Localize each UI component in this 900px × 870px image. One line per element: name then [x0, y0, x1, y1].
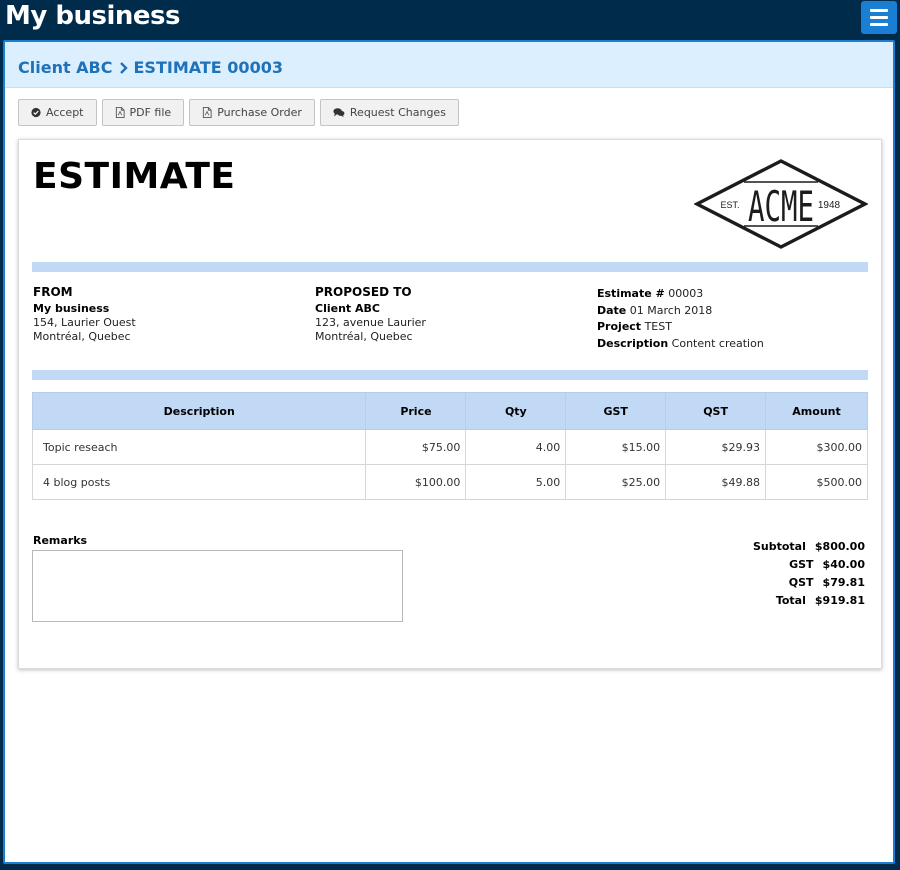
breadcrumb-current: ESTIMATE 00003 [133, 58, 283, 77]
hamburger-line [870, 23, 888, 26]
pdf-file-button-label: PDF file [129, 106, 172, 119]
cell-qst: $29.93 [665, 429, 767, 465]
cell-qty: 5.00 [465, 464, 567, 500]
proposed-to-name: Client ABC [315, 302, 380, 315]
from-name: My business [33, 302, 110, 315]
proposed-to-address-line1: 123, avenue Laurier [315, 316, 426, 329]
cell-amount: $500.00 [765, 464, 868, 500]
purchase-order-button-label: Purchase Order [217, 106, 302, 119]
estimate-date-label: Date [597, 303, 627, 317]
request-changes-button-label: Request Changes [349, 106, 446, 119]
subtotal-row: Subtotal $800.00 [719, 537, 865, 555]
proposed-to-title: PROPOSED TO [315, 285, 412, 299]
table-header-row: Description Price Qty GST QST Amount [31, 392, 868, 430]
cell-amount: $300.00 [765, 429, 868, 465]
comments-icon [333, 108, 345, 118]
estimate-date-row: Date 01 March 2018 [597, 303, 764, 320]
cell-price: $100.00 [365, 464, 467, 500]
col-header-qst: QST [665, 392, 767, 430]
breadcrumb-bar: Client ABC ESTIMATE 00003 [5, 42, 893, 88]
accept-button-label: Accept [46, 106, 84, 119]
gst-value: $40.00 [822, 557, 865, 571]
gst-label: GST [789, 557, 814, 571]
cell-description: Topic reseach [31, 429, 367, 465]
estimate-description-value: Content creation [671, 336, 764, 350]
logo-year: 1948 [818, 200, 841, 211]
breadcrumb-client-link[interactable]: Client ABC [18, 58, 113, 77]
remarks-textarea[interactable] [32, 550, 403, 622]
col-header-description: Description [31, 392, 367, 430]
logo-brand: ACME [748, 182, 814, 231]
from-block: FROM My business 154, Laurier Ouest Mont… [33, 285, 136, 344]
col-header-qty: Qty [465, 392, 567, 430]
divider-top [32, 262, 868, 272]
estimate-description-row: Description Content creation [597, 336, 764, 353]
proposed-to-block: PROPOSED TO Client ABC 123, avenue Lauri… [315, 285, 426, 344]
subtotal-label: Subtotal [752, 539, 806, 553]
app-header: My business [0, 0, 900, 38]
breadcrumb: Client ABC ESTIMATE 00003 [18, 58, 283, 77]
hamburger-menu-button[interactable] [861, 1, 897, 34]
divider-middle [32, 370, 868, 380]
col-header-amount: Amount [765, 392, 868, 430]
main-panel: Client ABC ESTIMATE 00003 Accept PDF fil… [3, 40, 895, 864]
qst-label: QST [788, 575, 814, 589]
pdf-file-icon [203, 107, 212, 118]
accept-button[interactable]: Accept [18, 99, 97, 126]
from-address-line2: Montréal, Quebec [33, 330, 131, 343]
line-items-table: Description Price Qty GST QST Amount Top… [31, 392, 868, 500]
total-value: $919.81 [814, 593, 865, 607]
document-heading: ESTIMATE [33, 156, 236, 197]
col-header-price: Price [365, 392, 467, 430]
estimate-date-value: 01 March 2018 [629, 303, 713, 317]
pdf-file-button[interactable]: PDF file [101, 99, 185, 126]
estimate-description-label: Description [597, 336, 669, 350]
total-row: Total $919.81 [719, 591, 865, 609]
estimate-meta-block: Estimate # 00003 Date 01 March 2018 Proj… [597, 286, 764, 352]
cell-qty: 4.00 [465, 429, 567, 465]
estimate-document: ESTIMATE EST. ACME 1948 FROM My business… [18, 139, 882, 669]
totals-block: Subtotal $800.00 GST $40.00 QST $79.81 T… [719, 537, 865, 609]
table-row: 4 blog posts $100.00 5.00 $25.00 $49.88 … [31, 464, 868, 500]
chevron-right-icon [119, 61, 128, 74]
table-row: Topic reseach $75.00 4.00 $15.00 $29.93 … [31, 429, 868, 465]
cell-gst: $15.00 [565, 429, 667, 465]
proposed-to-address-line2: Montréal, Quebec [315, 330, 413, 343]
estimate-project-row: Project TEST [597, 319, 764, 336]
gst-row: GST $40.00 [719, 555, 865, 573]
total-label: Total [775, 593, 806, 607]
acme-logo: EST. ACME 1948 [694, 159, 868, 249]
pdf-file-icon [115, 107, 125, 118]
estimate-number-label: Estimate # [597, 287, 665, 300]
purchase-order-button[interactable]: Purchase Order [189, 99, 315, 126]
logo-est: EST. [720, 200, 739, 210]
estimate-number-value: 00003 [668, 287, 704, 300]
qst-value: $79.81 [822, 575, 865, 589]
cell-description: 4 blog posts [31, 464, 367, 500]
check-circle-icon [31, 107, 41, 118]
cell-gst: $25.00 [565, 464, 667, 500]
estimate-number-row: Estimate # 00003 [597, 286, 764, 303]
estimate-project-value: TEST [644, 320, 672, 333]
qst-row: QST $79.81 [719, 573, 865, 591]
hamburger-menu-icon [870, 9, 888, 12]
col-header-gst: GST [565, 392, 667, 430]
hamburger-line [870, 16, 888, 19]
cell-price: $75.00 [365, 429, 467, 465]
subtotal-value: $800.00 [814, 539, 865, 553]
estimate-project-label: Project [597, 320, 642, 333]
app-title: My business [5, 1, 180, 31]
from-title: FROM [33, 285, 73, 299]
from-address-line1: 154, Laurier Ouest [33, 316, 136, 329]
toolbar: Accept PDF file Purchase Order Request C… [18, 99, 459, 126]
request-changes-button[interactable]: Request Changes [319, 99, 459, 126]
cell-qst: $49.88 [665, 464, 767, 500]
remarks-label: Remarks [33, 534, 88, 547]
